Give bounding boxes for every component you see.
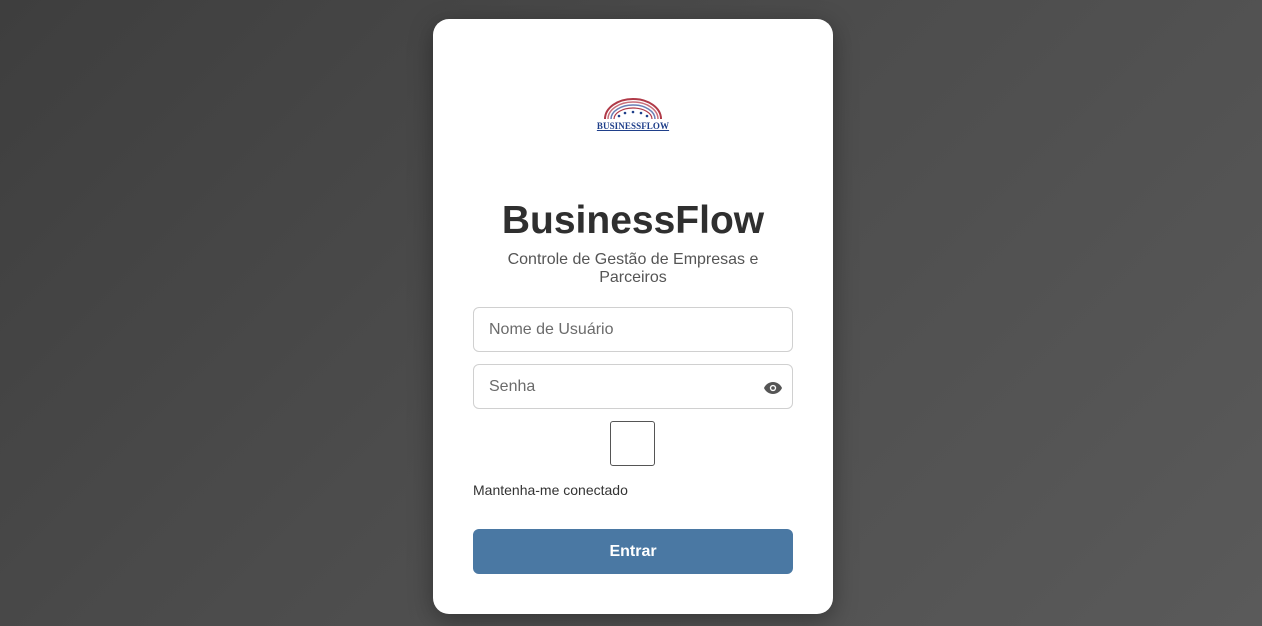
username-input[interactable] (474, 308, 792, 351)
username-field-wrapper (473, 307, 793, 352)
eye-icon[interactable] (764, 381, 782, 395)
rainbow-arch-logo-icon (604, 98, 662, 120)
login-card: BUSINESSFLOW BusinessFlow Controle de Ge… (433, 19, 833, 614)
password-input[interactable] (474, 365, 792, 408)
password-field-wrapper (473, 364, 793, 409)
login-button[interactable]: Entrar (473, 529, 793, 574)
logo-wordmark: BUSINESSFLOW (596, 121, 670, 131)
remember-me-checkbox[interactable] (610, 421, 655, 466)
page-title: BusinessFlow (501, 199, 765, 242)
page-subtitle: Controle de Gestão de Empresas e Parceir… (507, 251, 759, 286)
remember-me-label: Mantenha-me conectado (473, 482, 628, 498)
brand-logo: BUSINESSFLOW (593, 97, 673, 135)
